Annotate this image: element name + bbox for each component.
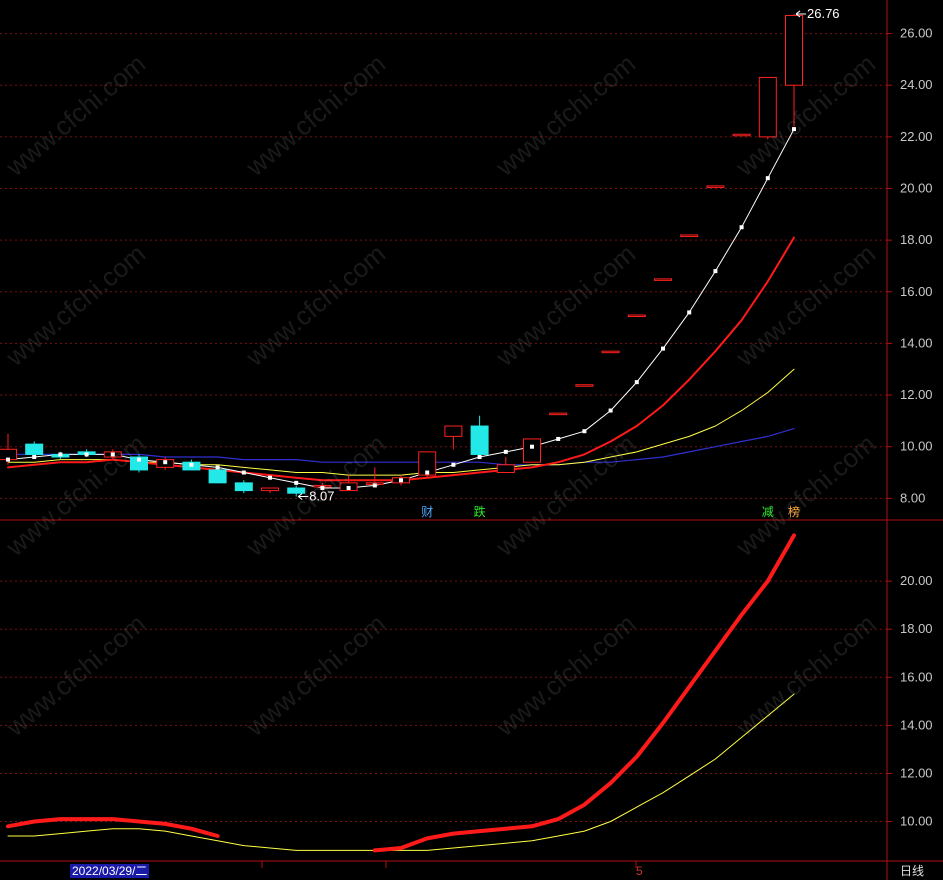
candle-body [575, 384, 594, 387]
ma-marker [608, 408, 613, 413]
ma-marker [713, 269, 718, 274]
candle-body [680, 234, 699, 237]
ma-marker [268, 475, 272, 480]
ma-marker [399, 478, 403, 483]
candle-body [287, 487, 306, 494]
price-tick-label: 8.00 [900, 490, 925, 505]
indicator-tick-label: 18.00 [900, 621, 933, 636]
annotation-label: 8.07 [309, 489, 334, 504]
ma-marker [6, 457, 10, 462]
candle-body [601, 350, 620, 354]
ma-marker [530, 444, 534, 449]
candle-body [549, 412, 568, 416]
ma-marker [556, 436, 561, 441]
ma-marker [32, 455, 37, 460]
ma-marker [739, 225, 744, 230]
ma-marker [661, 346, 665, 351]
ma-marker [189, 462, 194, 467]
indicator-line-red [6, 533, 796, 853]
ma-marker [163, 460, 168, 465]
indicator-tick-label: 14.00 [900, 717, 933, 732]
indicator-tick-label: 16.00 [900, 669, 933, 684]
ma-marker [687, 310, 692, 315]
ma-marker [503, 449, 508, 454]
candle-body [25, 443, 44, 455]
event-tag: 榜 [788, 504, 800, 519]
candle-body [208, 469, 227, 484]
event-tag: 财 [421, 505, 433, 519]
chart-canvas: 8.00 10.00 12.00 14.00 16.00 18.00 20.00 22.00 2… [0, 0, 943, 880]
ma-marker [58, 452, 63, 457]
event-tag: 跌 [474, 504, 486, 519]
candle-body [732, 133, 751, 137]
crosshair-date-label: 2022/03/29/二 [70, 864, 150, 878]
candle-body [627, 314, 646, 318]
price-tick-label: 24.00 [900, 77, 933, 92]
ma-marker [215, 465, 220, 470]
indicator-tick-label: 12.00 [900, 765, 933, 780]
ma-marker [137, 457, 141, 462]
price-tick-label: 10.00 [900, 439, 933, 454]
price-tick-label: 22.00 [900, 129, 933, 144]
indicator-tick-label: 10.00 [900, 814, 933, 829]
candle-body [470, 425, 489, 455]
price-tick-label: 14.00 [900, 335, 933, 350]
candle-body [444, 425, 463, 437]
event-tag: 减 [762, 505, 774, 519]
ma-line-yellow [7, 368, 795, 476]
price-tick-label: 16.00 [900, 284, 933, 299]
ma-line-red [7, 236, 795, 482]
ma-marker [241, 470, 246, 475]
ma-marker [346, 486, 351, 491]
period-selector[interactable]: 日线 [900, 864, 924, 878]
candle-body [785, 14, 803, 86]
candle-body [261, 487, 279, 492]
candle-body [706, 185, 725, 188]
ma-marker [451, 462, 456, 467]
candle-body [654, 278, 672, 281]
indicator-line-yellow [7, 693, 795, 851]
price-tick-label: 12.00 [900, 387, 933, 402]
indicator-tick-label: 20.00 [900, 573, 933, 588]
month-marker-label: 5 [636, 864, 643, 878]
candle-body [758, 76, 777, 138]
candle-body [496, 464, 515, 474]
ma-line-white [7, 128, 795, 489]
price-tick-label: 20.00 [900, 180, 933, 195]
candle-body [234, 482, 253, 492]
ma-marker [792, 127, 796, 132]
ma-marker [84, 452, 89, 457]
ma-marker [425, 470, 430, 475]
annotation-label: 26.76 [807, 6, 840, 21]
ma-marker [294, 480, 299, 485]
ma-marker [372, 483, 377, 488]
ma-marker [765, 176, 770, 181]
candle-body [523, 438, 541, 463]
ma-marker [110, 452, 115, 457]
ma-marker [582, 429, 587, 434]
ma-marker [634, 380, 639, 385]
price-tick-label: 26.00 [900, 26, 933, 41]
price-tick-label: 18.00 [900, 232, 933, 247]
ma-marker [477, 455, 482, 460]
